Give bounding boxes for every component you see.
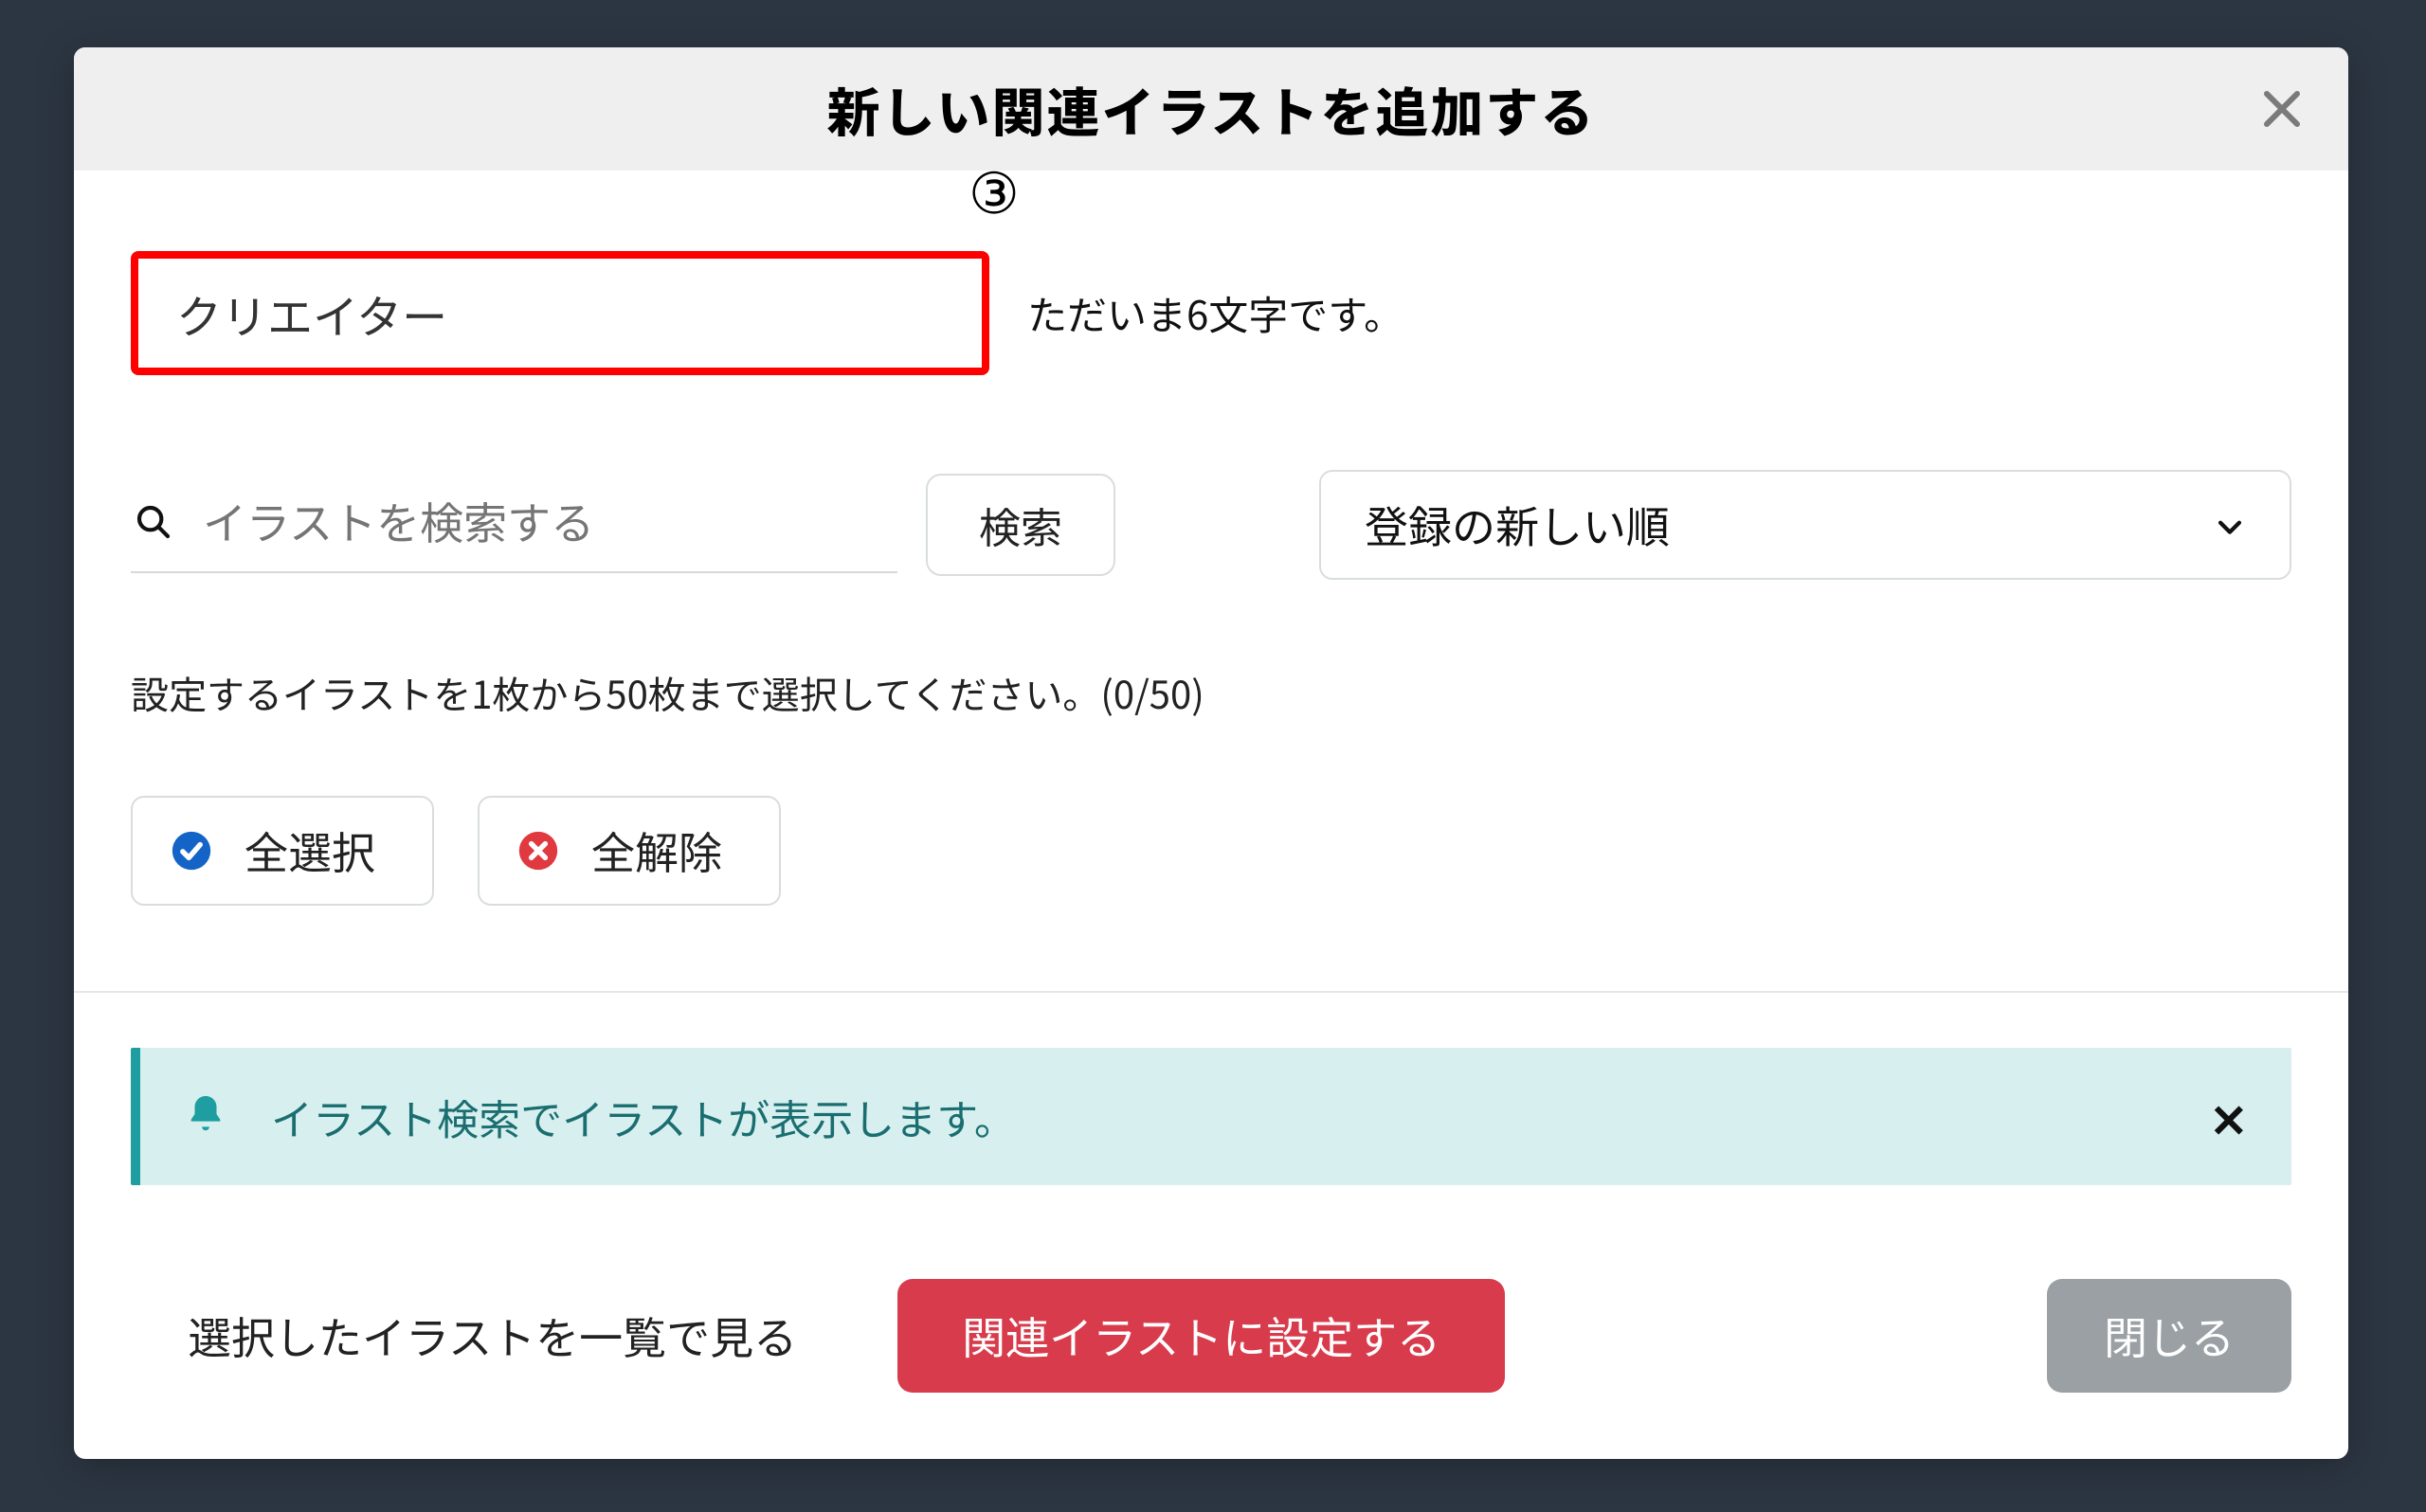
select-all-button[interactable]: 全選択 [131,796,434,906]
sort-select[interactable]: 登録の新しい順 [1319,470,2291,580]
chevron-down-icon [2214,494,2246,556]
apply-label: 関連イラストに設定する [962,1314,1440,1363]
close-button[interactable] [2254,81,2310,137]
tag-input-value: クリエイター [176,280,447,347]
close-icon [2259,86,2305,132]
modal-header: 新しい関連イラストを追加する [74,47,2348,171]
step-marker: ③ [969,161,1020,227]
info-banner: イラスト検索でイラストが表示します。 ✕ [131,1048,2291,1185]
tag-row: クリエイター ただいま6文字です。 [131,251,2291,375]
selection-buttons-row: 全選択 全解除 [131,796,2291,906]
deselect-all-label: 全解除 [591,819,722,882]
deselect-all-button[interactable]: 全解除 [478,796,781,906]
search-field-wrap [131,477,897,573]
modal-footer: 選択したイラストを一覧で見る 関連イラストに設定する 閉じる [74,1232,2348,1459]
modal-title: 新しい関連イラストを追加する [827,71,1596,148]
footer-close-label: 閉じる [2104,1314,2235,1363]
sort-selected-label: 登録の新しい順 [1365,494,1670,556]
search-button-label: 検索 [979,506,1062,552]
bell-icon [184,1092,227,1141]
info-close-button[interactable]: ✕ [2210,1084,2248,1150]
tag-input[interactable]: クリエイター [131,251,989,375]
view-selected-button[interactable]: 選択したイラストを一覧で見る [131,1279,854,1393]
footer-close-button[interactable]: 閉じる [2047,1279,2291,1393]
search-button[interactable]: 検索 [926,474,1115,576]
search-row: 検索 登録の新しい順 [131,470,2291,580]
select-all-label: 全選択 [244,819,375,882]
info-message: イラスト検索でイラストが表示します。 [271,1087,1016,1147]
check-circle-icon [171,830,212,872]
add-related-illustration-modal: 新しい関連イラストを追加する ③ クリエイター ただいま6文字です。 [74,47,2348,1459]
apply-button[interactable]: 関連イラストに設定する [897,1279,1505,1393]
char-count-text: ただいま6文字です。 [1027,284,1403,342]
x-circle-icon [517,830,559,872]
selection-instruction: 設定するイラストを1枚から50枚まで選択してください。(0/50) [131,665,2291,720]
search-icon [135,503,172,546]
divider [74,991,2348,993]
view-selected-label: 選択したイラストを一覧で見る [188,1305,797,1367]
modal-body: ③ クリエイター ただいま6文字です。 検索 [74,171,2348,1232]
search-input[interactable] [201,497,897,550]
